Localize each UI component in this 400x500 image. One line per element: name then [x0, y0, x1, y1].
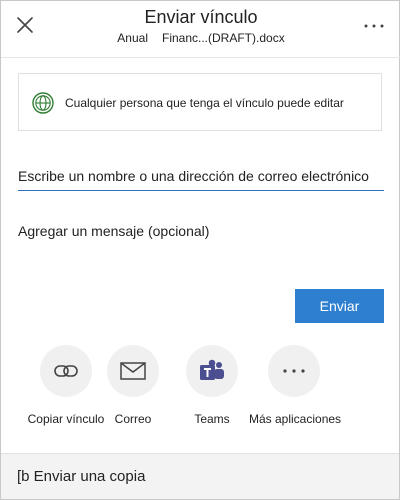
- send-copy-label: [b Enviar una copia: [17, 468, 146, 485]
- recipient-input[interactable]: [18, 161, 384, 191]
- more-apps-label: Más aplicaciones: [249, 412, 342, 426]
- file-name: Financ...(DRAFT).docx: [162, 31, 285, 45]
- link-icon: [54, 365, 78, 377]
- dialog-subtitle: Anual Financ...(DRAFT).docx: [1, 31, 400, 45]
- more-apps-circle: [268, 345, 320, 397]
- send-copy-button[interactable]: [b Enviar una copia: [1, 453, 399, 499]
- mail-label: Correo: [114, 412, 152, 426]
- globe-icon: [32, 92, 54, 114]
- more-horizontal-icon: [283, 369, 305, 373]
- teams-circle: [186, 345, 238, 397]
- mail-circle: [107, 345, 159, 397]
- subtitle-label: Anual: [117, 31, 148, 45]
- teams-icon: [200, 359, 224, 380]
- more-options-button[interactable]: [363, 13, 385, 37]
- share-dialog: Enviar vínculo Anual Financ...(DRAFT).doc…: [0, 0, 400, 500]
- teams-label: Teams: [194, 412, 230, 426]
- more-horizontal-icon: [364, 24, 384, 28]
- message-input[interactable]: [18, 217, 384, 245]
- link-permission-setting[interactable]: Cualquier persona que tenga el vínculo p…: [18, 73, 382, 131]
- mail-option[interactable]: Correo: [88, 345, 178, 426]
- teams-option[interactable]: Teams: [167, 345, 257, 426]
- mail-icon: [120, 362, 146, 380]
- copy-link-circle: [40, 345, 92, 397]
- header-divider: [1, 57, 400, 58]
- more-apps-option[interactable]: Más aplicaciones: [249, 345, 342, 426]
- send-button[interactable]: Enviar: [295, 289, 384, 323]
- permission-text: Cualquier persona que tenga el vínculo p…: [65, 96, 344, 110]
- dialog-title: Enviar vínculo: [144, 7, 258, 27]
